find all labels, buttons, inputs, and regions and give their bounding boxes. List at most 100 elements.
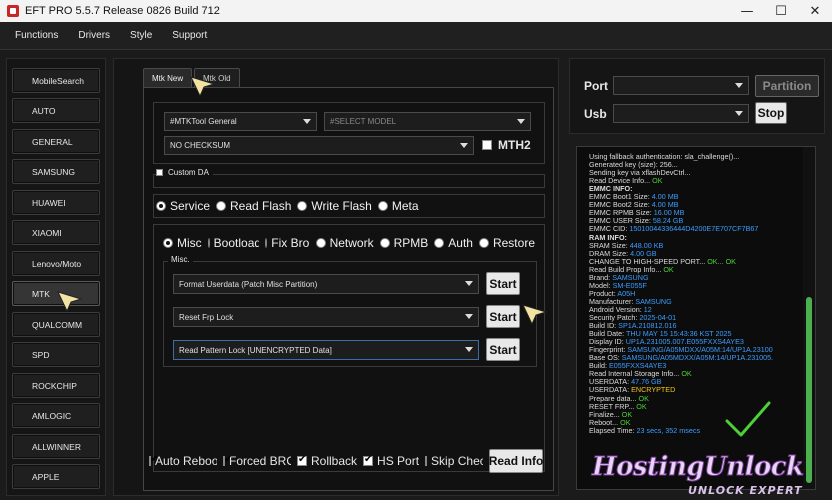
sidebar-item-xiaomi[interactable]: XIAOMI — [12, 220, 100, 245]
mth2-check-box[interactable] — [482, 140, 492, 150]
radio-dot — [207, 238, 210, 248]
hs-port-checkbox[interactable]: HS Port — [363, 454, 419, 468]
log-segment: OK — [652, 176, 663, 186]
checksum-select[interactable]: NO CHECKSUM — [164, 136, 474, 155]
watermark-line1: HostingUnlock — [592, 452, 805, 483]
partition-button[interactable]: Partition — [755, 75, 819, 97]
operation-select-read-pattern[interactable]: Read Pattern Lock [UNENCRYPTED Data] — [173, 340, 479, 360]
log-segment: Elapsed Time: — [589, 425, 637, 435]
rollback-checkbox[interactable]: Rollback — [297, 454, 357, 468]
radio-label: Read Flash — [230, 199, 292, 213]
menu-drivers[interactable]: Drivers — [78, 30, 110, 41]
function-radio-group: Misc Bootloader Fix Brom Network RPMB Au… — [163, 235, 541, 251]
radio-auth[interactable]: Auth — [434, 236, 473, 250]
sidebar-item-qualcomm[interactable]: QUALCOMM — [12, 312, 100, 337]
stop-button[interactable]: Stop — [755, 102, 787, 124]
log-panel: Using fallback authentication: sla_chall… — [576, 146, 816, 490]
radio-restore[interactable]: Restore — [478, 236, 535, 250]
sidebar-item-allwinner[interactable]: ALLWINNER — [12, 434, 100, 459]
sidebar-item-label: Lenovo/Moto — [32, 258, 82, 269]
chevron-down-icon — [465, 314, 473, 319]
skip-check-checkbox[interactable]: Skip Check — [425, 454, 483, 468]
radio-rpmb[interactable]: RPMB — [379, 236, 429, 250]
radio-write-flash[interactable]: Write Flash — [297, 199, 372, 213]
chevron-down-icon — [735, 111, 743, 116]
menu-functions[interactable]: Functions — [15, 30, 58, 41]
start-format-userdata-button[interactable]: Start — [486, 272, 520, 295]
cursor-pointer-icon — [57, 291, 83, 313]
operation-value: Reset Frp Lock — [179, 312, 234, 322]
radio-meta[interactable]: Meta — [377, 199, 419, 213]
tab-mtk-new[interactable]: Mtk New — [143, 68, 193, 87]
menu-bar: Functions Drivers Style Support — [0, 22, 832, 50]
custom-da-checkbox[interactable]: Custom DA — [156, 168, 213, 177]
model-select[interactable]: #SELECT MODEL — [324, 112, 531, 131]
brand-sidebar: MobileSearch AUTO GENERAL SAMSUNG HUAWEI… — [6, 58, 106, 496]
maximize-button[interactable]: ☐ — [764, 0, 798, 22]
sidebar-item-label: ROCKCHIP — [32, 380, 77, 391]
sidebar-item-auto[interactable]: AUTO — [12, 98, 100, 123]
main-panel: Mtk New Mtk Old #MTKTool General #SELECT… — [113, 58, 559, 496]
log-segment: OK... OK — [707, 256, 736, 266]
custom-da-check-box[interactable] — [156, 169, 163, 176]
read-info-button[interactable]: Read Info — [489, 449, 543, 473]
cursor-pointer-icon — [190, 76, 216, 98]
tab-content: #MTKTool General #SELECT MODEL NO CHECKS… — [143, 87, 554, 491]
chevron-down-icon — [465, 347, 473, 352]
sidebar-item-amlogic[interactable]: AMLOGIC — [12, 403, 100, 428]
radio-dot — [163, 238, 173, 248]
close-button[interactable]: ✕ — [798, 0, 832, 22]
radio-label: Misc — [177, 236, 202, 250]
menu-support[interactable]: Support — [172, 30, 207, 41]
radio-dot — [478, 238, 489, 248]
window-controls: — ☐ ✕ — [730, 0, 832, 22]
sidebar-item-label: APPLE — [32, 471, 60, 482]
radio-read-flash[interactable]: Read Flash — [216, 199, 291, 213]
check-box — [223, 454, 232, 466]
sidebar-item-mtk[interactable]: MTK — [12, 281, 100, 306]
sidebar-item-lenovo-moto[interactable]: Lenovo/Moto — [12, 251, 100, 276]
start-reset-frp-button[interactable]: Start — [486, 305, 520, 328]
radio-label: Network — [329, 236, 374, 250]
minimize-button[interactable]: — — [730, 0, 764, 22]
function-group: Misc Bootloader Fix Brom Network RPMB Au… — [153, 224, 545, 472]
radio-fix-brom[interactable]: Fix Brom — [265, 236, 310, 250]
tool-select[interactable]: #MTKTool General — [164, 112, 317, 131]
radio-network[interactable]: Network — [315, 236, 374, 250]
forced-brom-checkbox[interactable]: Forced BROM — [223, 454, 291, 468]
window-title: EFT PRO 5.5.7 Release 0826 Build 712 — [25, 5, 220, 17]
sidebar-item-label: XIAOMI — [32, 227, 62, 238]
watermark-line2: UNLOCK EXPERT — [688, 484, 803, 497]
radio-misc[interactable]: Misc — [163, 236, 202, 250]
sidebar-item-mobilesearch[interactable]: MobileSearch — [12, 68, 100, 93]
usb-select[interactable] — [613, 104, 749, 123]
radio-dot — [156, 201, 166, 211]
operation-value: Read Pattern Lock [UNENCRYPTED Data] — [179, 345, 332, 355]
sidebar-item-general[interactable]: GENERAL — [12, 129, 100, 154]
radio-service[interactable]: Service — [156, 199, 210, 213]
radio-dot — [377, 201, 388, 211]
radio-dot — [434, 238, 445, 248]
sidebar-item-apple[interactable]: APPLE — [12, 464, 100, 489]
mth2-checkbox[interactable]: MTH2 — [482, 138, 531, 152]
radio-dot — [265, 238, 268, 248]
sidebar-item-spd[interactable]: SPD — [12, 342, 100, 367]
log-segment: OK — [663, 264, 674, 274]
log-line: Elapsed Time: 23 secs, 352 msecs — [589, 425, 700, 435]
radio-bootloader[interactable]: Bootloader — [207, 236, 259, 250]
options-row: Auto Reboot Forced BROM Rollback HS Port… — [144, 445, 554, 477]
sidebar-item-label: MTK — [32, 288, 50, 299]
radio-label: RPMB — [393, 236, 429, 250]
sidebar-item-huawei[interactable]: HUAWEI — [12, 190, 100, 215]
tool-select-value: #MTKTool General — [170, 117, 237, 126]
sidebar-item-rockchip[interactable]: ROCKCHIP — [12, 373, 100, 398]
operation-select-format-userdata[interactable]: Format Userdata (Patch Misc Partition) — [173, 274, 479, 294]
option-label: Rollback — [311, 454, 358, 468]
port-select[interactable] — [613, 76, 749, 95]
start-read-pattern-button[interactable]: Start — [486, 338, 520, 361]
menu-style[interactable]: Style — [130, 30, 152, 41]
auto-reboot-checkbox[interactable]: Auto Reboot — [149, 454, 217, 468]
option-label: Skip Check — [431, 454, 484, 468]
operation-select-reset-frp[interactable]: Reset Frp Lock — [173, 307, 479, 327]
sidebar-item-samsung[interactable]: SAMSUNG — [12, 159, 100, 184]
